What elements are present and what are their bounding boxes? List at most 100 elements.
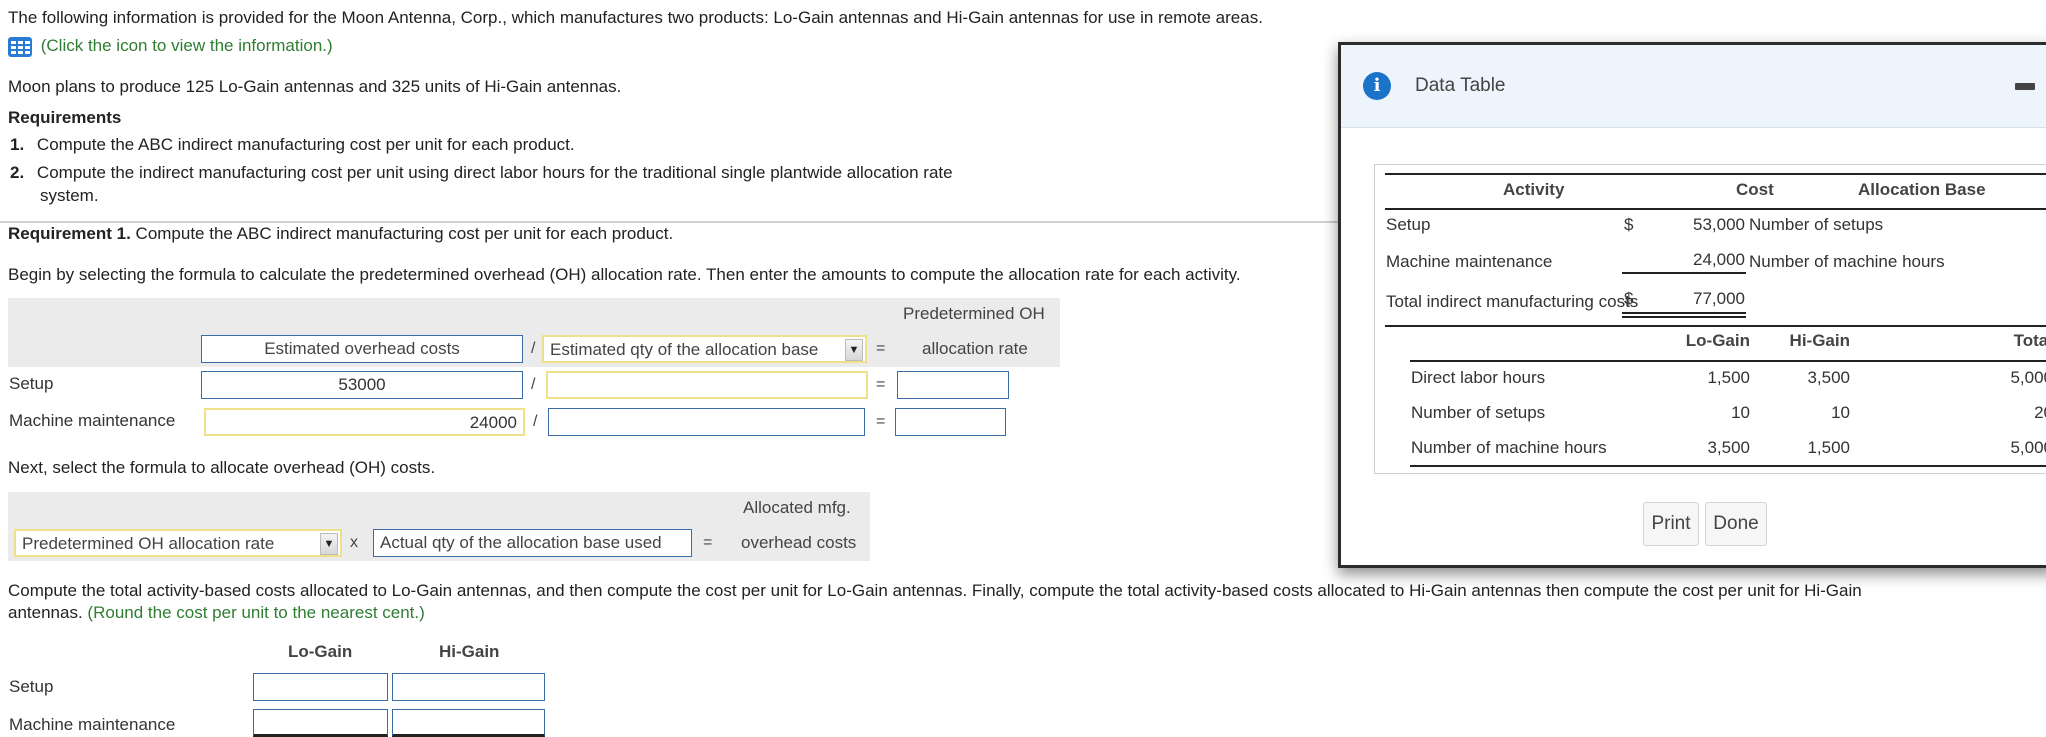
production-plan-text: Moon plans to produce 125 Lo-Gain antenn… bbox=[8, 77, 622, 96]
equals-operator: = bbox=[703, 534, 713, 551]
equals-operator: = bbox=[876, 413, 886, 430]
requirement-text: Compute the ABC indirect manufacturing c… bbox=[36, 135, 575, 154]
data-link[interactable]: (Click the icon to view the information.… bbox=[8, 36, 333, 57]
rounding-hint: (Round the cost per unit to the nearest … bbox=[87, 603, 425, 622]
totals-instruction-cont: antennas. (Round the cost per unit to th… bbox=[8, 603, 425, 623]
table-rule bbox=[1410, 465, 2046, 467]
usage-total: 5,000 bbox=[2010, 368, 2046, 387]
allocation-rate-select-value: Predetermined OH allocation rate bbox=[22, 534, 275, 553]
allocation-instruction: Next, select the formula to allocate ove… bbox=[8, 458, 436, 477]
numerator-label-field[interactable]: Estimated overhead costs bbox=[201, 335, 523, 363]
setup-rate-input[interactable] bbox=[897, 371, 1009, 399]
requirement-1-text: Compute the ABC indirect manufacturing c… bbox=[130, 224, 674, 243]
allocation-base-header: Allocation Base bbox=[1858, 180, 1986, 199]
dropdown-arrow-icon[interactable]: ▼ bbox=[845, 339, 863, 361]
usage-total: 5,000 bbox=[2010, 438, 2046, 457]
total-rule bbox=[1622, 312, 1746, 314]
machine-qty-input[interactable] bbox=[548, 408, 865, 436]
usage-lo-gain: 1,500 bbox=[1707, 368, 1750, 387]
divide-operator: / bbox=[531, 340, 536, 357]
requirement-number: 1. bbox=[10, 135, 25, 154]
table-rule bbox=[1385, 173, 2046, 175]
usage-total: 20 bbox=[2034, 403, 2046, 422]
requirement-number: 2. bbox=[10, 163, 25, 182]
usage-label: Number of machine hours bbox=[1411, 438, 1607, 457]
totals-instruction-end: antennas. bbox=[8, 603, 83, 622]
intro-text: The following information is provided fo… bbox=[8, 8, 1263, 27]
requirement-1-title: Requirement 1. Compute the ABC indirect … bbox=[8, 224, 673, 244]
allocation-rate-select[interactable]: Predetermined OH allocation rate ▼ bbox=[14, 529, 342, 557]
cost-cell: 53,000 bbox=[1693, 215, 1745, 234]
totals-instruction: Compute the total activity-based costs a… bbox=[8, 581, 1862, 600]
dropdown-arrow-icon[interactable]: ▼ bbox=[320, 533, 338, 555]
activity-cell: Machine maintenance bbox=[1386, 252, 1553, 271]
rate-row-label-machine: Machine maintenance bbox=[9, 411, 176, 430]
total-rule bbox=[1622, 316, 1746, 318]
modal-title: Data Table bbox=[1415, 75, 1506, 96]
usage-lo-gain: 3,500 bbox=[1707, 438, 1750, 457]
actual-qty-field[interactable]: Actual qty of the allocation base used bbox=[373, 529, 692, 557]
grid-icon[interactable] bbox=[8, 36, 32, 57]
table-rule bbox=[1385, 208, 2046, 210]
requirement-item-2: 2. Compute the indirect manufacturing co… bbox=[10, 163, 953, 183]
section-divider bbox=[0, 221, 1340, 223]
activity-cell: Setup bbox=[1386, 215, 1431, 234]
times-operator: x bbox=[350, 534, 358, 551]
divide-operator: / bbox=[533, 413, 538, 430]
click-icon-hint[interactable]: (Click the icon to view the information.… bbox=[41, 36, 333, 55]
base-cell: Number of machine hours bbox=[1749, 252, 1945, 271]
table-rule bbox=[1410, 360, 2046, 362]
divide-operator: / bbox=[531, 376, 536, 393]
column-header-hi-gain: Hi-Gain bbox=[439, 642, 500, 661]
cost-cell: 24,000 bbox=[1693, 250, 1745, 269]
currency-cell: $ bbox=[1624, 215, 1634, 234]
usage-hi-gain: 3,500 bbox=[1807, 368, 1850, 387]
requirement-item-1: 1. Compute the ABC indirect manufacturin… bbox=[10, 135, 575, 155]
print-button[interactable]: Print bbox=[1643, 502, 1699, 546]
requirement-1-label: Requirement 1. bbox=[8, 224, 131, 243]
activity-header: Activity bbox=[1503, 180, 1565, 199]
equals-operator: = bbox=[876, 340, 886, 357]
done-button[interactable]: Done bbox=[1705, 502, 1767, 546]
data-table-box: Activity Cost Allocation Base Setup $ 53… bbox=[1374, 164, 2046, 474]
machine-hi-gain-input[interactable] bbox=[392, 709, 545, 737]
requirement-text-cont: system. bbox=[40, 186, 99, 205]
usage-lo-gain: 10 bbox=[1731, 403, 1750, 422]
usage-label: Direct labor hours bbox=[1411, 368, 1546, 387]
allocation-result-header-2: overhead costs bbox=[741, 533, 857, 552]
denominator-select[interactable]: Estimated qty of the allocation base ▼ bbox=[542, 335, 867, 363]
cost-header: Cost bbox=[1736, 180, 1774, 199]
cost-cell: 77,000 bbox=[1693, 289, 1745, 308]
usage-hi-gain: 10 bbox=[1831, 403, 1850, 422]
currency-cell: $ bbox=[1624, 289, 1634, 308]
machine-overhead-input[interactable]: 24000 bbox=[204, 408, 525, 436]
totals-row-label-machine: Machine maintenance bbox=[9, 715, 176, 734]
subtotal-rule bbox=[1622, 272, 1746, 274]
machine-lo-gain-input[interactable] bbox=[253, 709, 388, 737]
data-table-modal: i Data Table Activity Cost Allocation Ba… bbox=[1338, 42, 2046, 568]
usage-hi-gain: 1,500 bbox=[1807, 438, 1850, 457]
hi-gain-header: Hi-Gain bbox=[1789, 331, 1850, 350]
setup-hi-gain-input[interactable] bbox=[392, 673, 545, 701]
rate-instruction: Begin by selecting the formula to calcul… bbox=[8, 265, 1241, 284]
lo-gain-header: Lo-Gain bbox=[1685, 331, 1750, 350]
base-cell: Number of setups bbox=[1749, 215, 1884, 234]
setup-overhead-input[interactable]: 53000 bbox=[201, 371, 523, 399]
usage-label: Number of setups bbox=[1411, 403, 1546, 422]
setup-qty-input[interactable] bbox=[546, 371, 868, 399]
rate-result-header-1: Predetermined OH bbox=[903, 304, 1045, 323]
column-header-lo-gain: Lo-Gain bbox=[288, 642, 353, 661]
rate-result-header-2: allocation rate bbox=[922, 339, 1028, 358]
modal-header: i Data Table bbox=[1341, 45, 2046, 128]
info-icon: i bbox=[1363, 72, 1391, 100]
minimize-icon[interactable] bbox=[2015, 83, 2035, 90]
allocation-result-header-1: Allocated mfg. bbox=[743, 498, 851, 517]
totals-row-label-setup: Setup bbox=[9, 677, 54, 696]
requirement-text: Compute the indirect manufacturing cost … bbox=[36, 163, 953, 182]
machine-rate-input[interactable] bbox=[895, 408, 1006, 436]
setup-lo-gain-input[interactable] bbox=[253, 673, 388, 701]
rate-row-label-setup: Setup bbox=[9, 374, 54, 393]
denominator-select-value: Estimated qty of the allocation base bbox=[550, 340, 819, 359]
equals-operator: = bbox=[876, 376, 886, 393]
activity-cell: Total indirect manufacturing costs bbox=[1386, 292, 1639, 311]
